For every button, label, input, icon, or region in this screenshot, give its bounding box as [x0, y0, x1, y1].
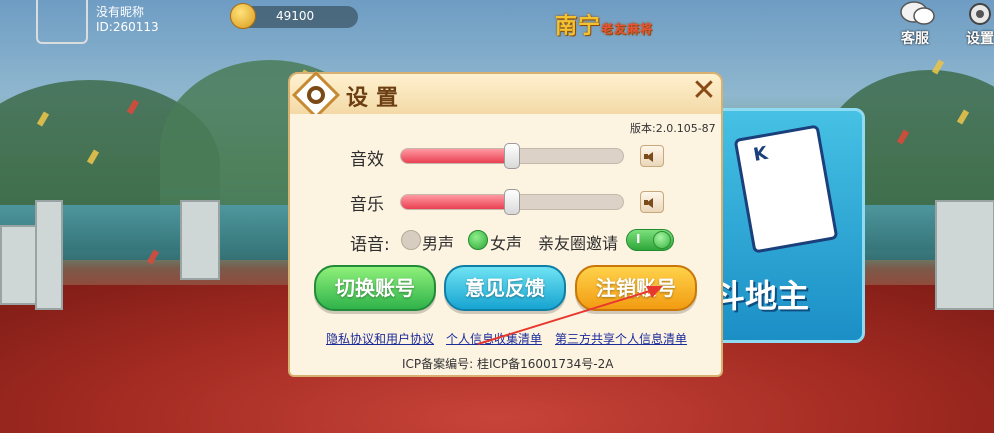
- coin-icon: [230, 3, 256, 29]
- music-slider-knob[interactable]: [504, 189, 520, 215]
- dialog-title: 设置: [346, 86, 407, 111]
- logo-sub-text: 老友麻将: [601, 22, 654, 36]
- settings-dialog: 设置 ✕ 版本:2.0.105-87 音效 音乐 语音: 男声 女声 亲友圈邀请…: [288, 70, 723, 377]
- close-button[interactable]: ✕: [690, 76, 718, 106]
- speaker-cone: [646, 198, 653, 208]
- logo-main-text: 南宁: [555, 14, 602, 39]
- chat-bubbles-icon: [900, 1, 935, 25]
- toggle-indicator: I: [636, 232, 641, 246]
- male-voice-label[interactable]: 男声: [422, 230, 454, 254]
- male-voice-radio[interactable]: [401, 230, 421, 250]
- sound-effects-fill: [401, 149, 512, 163]
- annotation-arrow: [477, 286, 663, 345]
- sound-effects-slider-knob[interactable]: [504, 143, 520, 169]
- music-speaker-icon[interactable]: [640, 191, 664, 213]
- friend-invite-toggle[interactable]: I: [626, 229, 674, 251]
- switch-account-button[interactable]: 切换账号: [314, 265, 436, 311]
- music-fill: [401, 195, 512, 209]
- settings-gear-icon[interactable]: [962, 0, 994, 28]
- game-logo: 南宁老友麻将: [555, 8, 653, 40]
- friend-invite-label: 亲友圈邀请: [538, 234, 619, 253]
- toggle-knob: [653, 231, 671, 249]
- user-id-text: ID:260113: [96, 20, 159, 34]
- female-voice-radio[interactable]: [468, 230, 488, 250]
- sound-effects-speaker-icon[interactable]: [640, 145, 664, 167]
- sound-effects-label: 音效: [350, 150, 384, 170]
- playing-card-icon: K: [733, 124, 839, 254]
- speaker-cone: [646, 152, 653, 162]
- icp-record-text: ICP备案编号: 桂ICP备16001734号-2A: [402, 357, 614, 371]
- stone-railing-right: [935, 200, 994, 310]
- customer-service-label[interactable]: 客服: [901, 28, 929, 48]
- stone-railing-left-post: [35, 200, 63, 310]
- nickname-text: 没有昵称: [96, 5, 145, 19]
- stone-railing-left-2: [180, 200, 220, 280]
- voice-label: 语音:: [350, 235, 390, 255]
- gear-icon: [969, 3, 991, 25]
- coin-balance-value: 49100: [276, 9, 315, 23]
- card-rank: K: [751, 142, 770, 166]
- avatar-frame[interactable]: [36, 0, 88, 44]
- female-voice-label[interactable]: 女声: [490, 230, 522, 254]
- customer-service-icon[interactable]: [898, 0, 938, 28]
- game-card-title: 斗地主: [713, 277, 810, 315]
- gear-icon: [307, 86, 325, 104]
- privacy-agreement-link[interactable]: 隐私协议和用户协议: [326, 330, 434, 347]
- version-text: 版本:2.0.105-87: [630, 122, 716, 135]
- doudizhu-game-card[interactable]: K 斗地主: [710, 108, 865, 343]
- music-label: 音乐: [350, 195, 384, 215]
- settings-label[interactable]: 设置: [966, 28, 994, 48]
